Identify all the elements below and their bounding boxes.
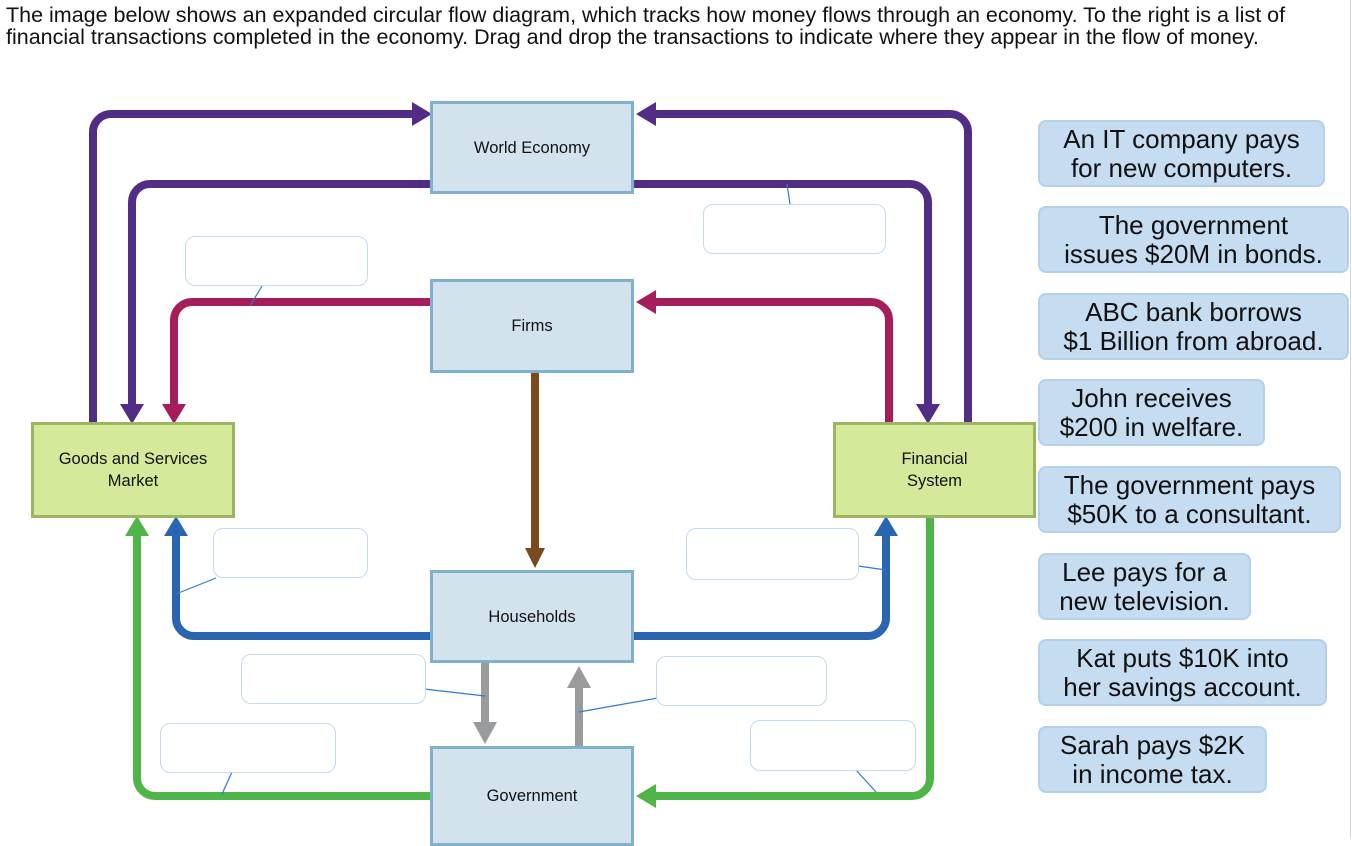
transaction-card[interactable]: ABC bank borrows $1 Billion from abroad. bbox=[1038, 293, 1349, 360]
node-government-label: Government bbox=[486, 787, 578, 805]
leader-government-to-goods bbox=[221, 771, 233, 795]
node-firms-label: Firms bbox=[511, 317, 553, 335]
flow-financial-to-world bbox=[656, 110, 972, 424]
leader-households-to-government bbox=[423, 688, 486, 697]
node-goods-market-line2: Market bbox=[107, 472, 159, 490]
arrowhead-firms bbox=[636, 290, 656, 314]
transaction-text: The government pays bbox=[1063, 470, 1316, 500]
transaction-text: Lee pays for a bbox=[1062, 557, 1227, 587]
transaction-text: for new computers. bbox=[1070, 153, 1293, 183]
node-financial-line1: Financial bbox=[901, 450, 968, 468]
node-financial-line2: System bbox=[906, 472, 962, 490]
dropzone-households-to-goods[interactable] bbox=[213, 528, 368, 578]
arrowhead-world-left bbox=[412, 102, 432, 126]
node-goods-market-line1: Goods and Services bbox=[58, 450, 208, 468]
arrowhead-world-right bbox=[636, 102, 656, 126]
arrowhead-financial-purple bbox=[916, 404, 940, 424]
dropzone-households-to-government[interactable] bbox=[241, 654, 426, 704]
transaction-card[interactable]: An IT company pays for new computers. bbox=[1038, 120, 1325, 187]
dropzone-firms-to-goods[interactable] bbox=[185, 236, 368, 286]
arrowhead-goods-blue bbox=[164, 516, 188, 536]
node-households: Households bbox=[430, 570, 634, 663]
transaction-text: her savings account. bbox=[1063, 672, 1302, 702]
leader-financial-to-government bbox=[855, 769, 877, 793]
dropzone-households-to-financial[interactable] bbox=[686, 528, 859, 580]
transaction-text: Kat puts $10K into bbox=[1076, 643, 1289, 673]
arrowhead-goods-magenta bbox=[162, 404, 186, 424]
arrowhead-goods-green bbox=[125, 516, 149, 536]
leader-households-to-goods bbox=[175, 577, 217, 595]
dropzone-government-to-goods[interactable] bbox=[160, 723, 336, 773]
leader-households-to-financial bbox=[857, 565, 887, 571]
arrowhead-households-gray bbox=[567, 666, 591, 688]
transaction-text: $200 in welfare. bbox=[1059, 412, 1244, 442]
transaction-card[interactable]: Lee pays for a new television. bbox=[1038, 553, 1251, 620]
transaction-text: An IT company pays bbox=[1063, 124, 1300, 154]
arrowhead-government-green bbox=[636, 784, 656, 808]
transaction-text: in income tax. bbox=[1072, 759, 1233, 789]
transaction-card[interactable]: Sarah pays $2K in income tax. bbox=[1038, 726, 1267, 793]
dropzone-financial-to-government[interactable] bbox=[750, 720, 916, 771]
dropzone-world-to-financial[interactable] bbox=[703, 204, 886, 254]
arrowhead-financial-blue bbox=[874, 516, 898, 536]
dropzone-government-to-households[interactable] bbox=[656, 656, 827, 706]
transaction-text: Sarah pays $2K bbox=[1059, 730, 1245, 760]
transaction-card[interactable]: The government issues $20M in bonds. bbox=[1038, 206, 1349, 273]
node-world-economy-label: World Economy bbox=[473, 138, 591, 157]
transaction-text: $1 Billion from abroad. bbox=[1063, 326, 1324, 356]
node-financial-system: Financial System bbox=[833, 422, 1036, 518]
transaction-card[interactable]: John receives $200 in welfare. bbox=[1038, 379, 1265, 446]
transaction-text: ABC bank borrows bbox=[1085, 297, 1302, 327]
transaction-text: $50K to a consultant. bbox=[1067, 499, 1312, 529]
transaction-text: new television. bbox=[1059, 586, 1230, 616]
arrowhead-government-gray bbox=[473, 722, 497, 744]
arrowhead-goods-purple bbox=[120, 404, 144, 424]
node-government: Government bbox=[430, 746, 634, 846]
transaction-card[interactable]: Kat puts $10K into her savings account. bbox=[1038, 639, 1327, 706]
transaction-text: issues $20M in bonds. bbox=[1064, 239, 1323, 269]
transaction-text: John receives bbox=[1071, 383, 1232, 413]
arrowhead-households-brown bbox=[525, 548, 545, 568]
node-firms: Firms bbox=[430, 279, 634, 373]
flow-firms-to-goods bbox=[170, 298, 432, 408]
flow-financial-to-firms bbox=[656, 298, 893, 424]
node-households-label: Households bbox=[488, 607, 576, 626]
transaction-text: The government bbox=[1098, 210, 1289, 240]
node-goods-services-market: Goods and Services Market bbox=[31, 422, 235, 518]
transaction-card[interactable]: The government pays $50K to a consultant… bbox=[1038, 466, 1341, 533]
leader-government-to-households bbox=[578, 697, 659, 713]
node-world-economy: World Economy bbox=[430, 101, 634, 194]
